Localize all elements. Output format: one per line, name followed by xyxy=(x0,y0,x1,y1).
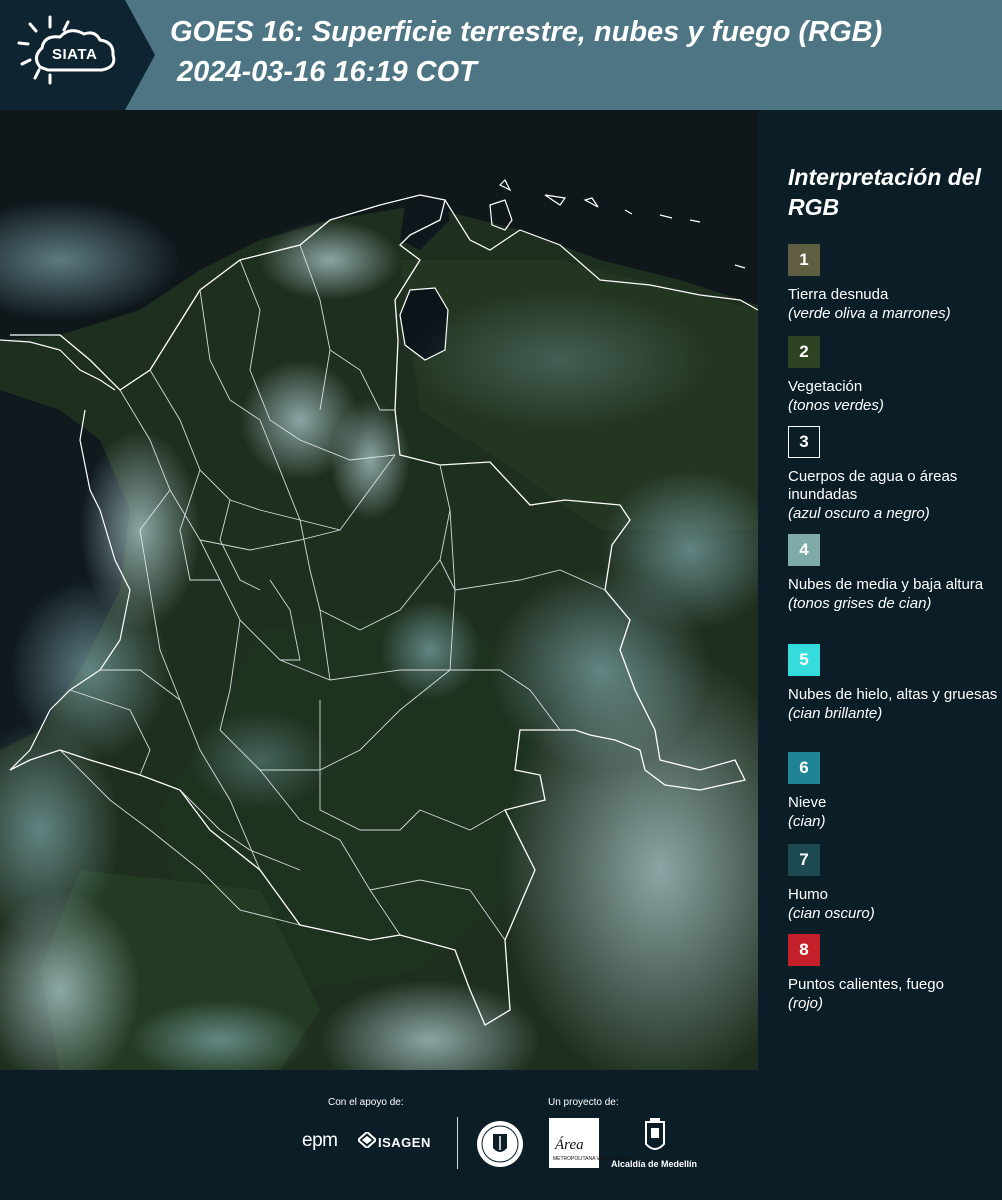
legend-item-bare-soil: 1 Tierra desnuda (verde oliva a marrones… xyxy=(788,244,998,324)
alcaldia-logo-text: Alcaldía de Medellín xyxy=(611,1159,698,1169)
legend-item-sublabel: (azul oscuro a negro) xyxy=(788,505,930,522)
legend-swatch: 4 xyxy=(788,534,820,566)
footer: Con el apoyo de: Un proyecto de: epm ISA… xyxy=(0,1070,1002,1200)
satellite-image xyxy=(0,110,758,1070)
legend-item-sublabel: (rojo) xyxy=(788,995,824,1012)
legend-item-fire: 8 Puntos calientes, fuego (rojo) xyxy=(788,934,998,1014)
legend-item-label: Nubes de media y baja altura xyxy=(788,576,984,593)
satellite-map[interactable] xyxy=(0,110,758,1070)
legend-item-snow: 6 Nieve (cian) xyxy=(788,752,998,832)
page-title: GOES 16: Superficie terrestre, nubes y f… xyxy=(170,16,883,48)
university-seal-icon xyxy=(477,1121,523,1167)
project-label: Un proyecto de: xyxy=(548,1097,619,1108)
legend-item-water: 3 Cuerpos de agua o áreas inundadas (azu… xyxy=(788,426,998,524)
legend-swatch: 5 xyxy=(788,644,820,676)
alcaldia-crest-icon xyxy=(645,1118,665,1150)
legend-swatch: 2 xyxy=(788,336,820,368)
legend-item-label: Cuerpos de agua o áreas inundadas xyxy=(788,468,958,503)
legend-item-sublabel: (verde oliva a marrones) xyxy=(788,305,951,322)
legend-item-mid-low-clouds: 4 Nubes de media y baja altura (tonos gr… xyxy=(788,534,998,614)
legend-item-smoke: 7 Humo (cian oscuro) xyxy=(788,844,998,924)
isagen-logo: ISAGEN xyxy=(378,1135,431,1150)
legend-item-label: Nubes de hielo, altas y gruesas xyxy=(788,686,998,703)
legend-swatch: 8 xyxy=(788,934,820,966)
legend-item-label: Humo xyxy=(788,886,829,903)
epm-logo: epm xyxy=(302,1130,338,1151)
legend-item-sublabel: (cian) xyxy=(788,813,826,830)
isagen-icon xyxy=(358,1132,376,1148)
page-subtitle-timestamp: 2024-03-16 16:19 COT xyxy=(177,56,477,88)
legend-item-label: Vegetación xyxy=(788,378,863,395)
header-bar: SIATA GOES 16: Superficie terrestre, nub… xyxy=(0,0,1002,110)
support-label: Con el apoyo de: xyxy=(328,1097,404,1108)
legend-item-ice-clouds: 5 Nubes de hielo, altas y gruesas (cian … xyxy=(788,644,998,724)
legend-item-label: Nieve xyxy=(788,794,827,811)
legend-item-sublabel: (tonos verdes) xyxy=(788,397,884,414)
legend-item-sublabel: (cian oscuro) xyxy=(788,905,875,922)
legend-item-vegetation: 2 Vegetación (tonos verdes) xyxy=(788,336,998,416)
legend-item-sublabel: (tonos grises de cian) xyxy=(788,595,932,612)
legend-swatch: 6 xyxy=(788,752,820,784)
legend-swatch: 1 xyxy=(788,244,820,276)
logo-text: SIATA xyxy=(52,46,98,63)
legend-item-label: Puntos calientes, fuego xyxy=(788,976,944,993)
area-logo-text: Área xyxy=(555,1137,584,1153)
legend-item-label: Tierra desnuda xyxy=(788,286,889,303)
legend-item-sublabel: (cian brillante) xyxy=(788,705,883,722)
footer-divider xyxy=(457,1117,458,1169)
legend-swatch: 3 xyxy=(788,426,820,458)
legend-swatch: 7 xyxy=(788,844,820,876)
siata-logo: SIATA xyxy=(0,0,155,110)
legend-panel: Interpretación del RGB 1 Tierra desnuda … xyxy=(758,110,1002,1070)
legend-title: Interpretación del RGB xyxy=(788,164,981,220)
